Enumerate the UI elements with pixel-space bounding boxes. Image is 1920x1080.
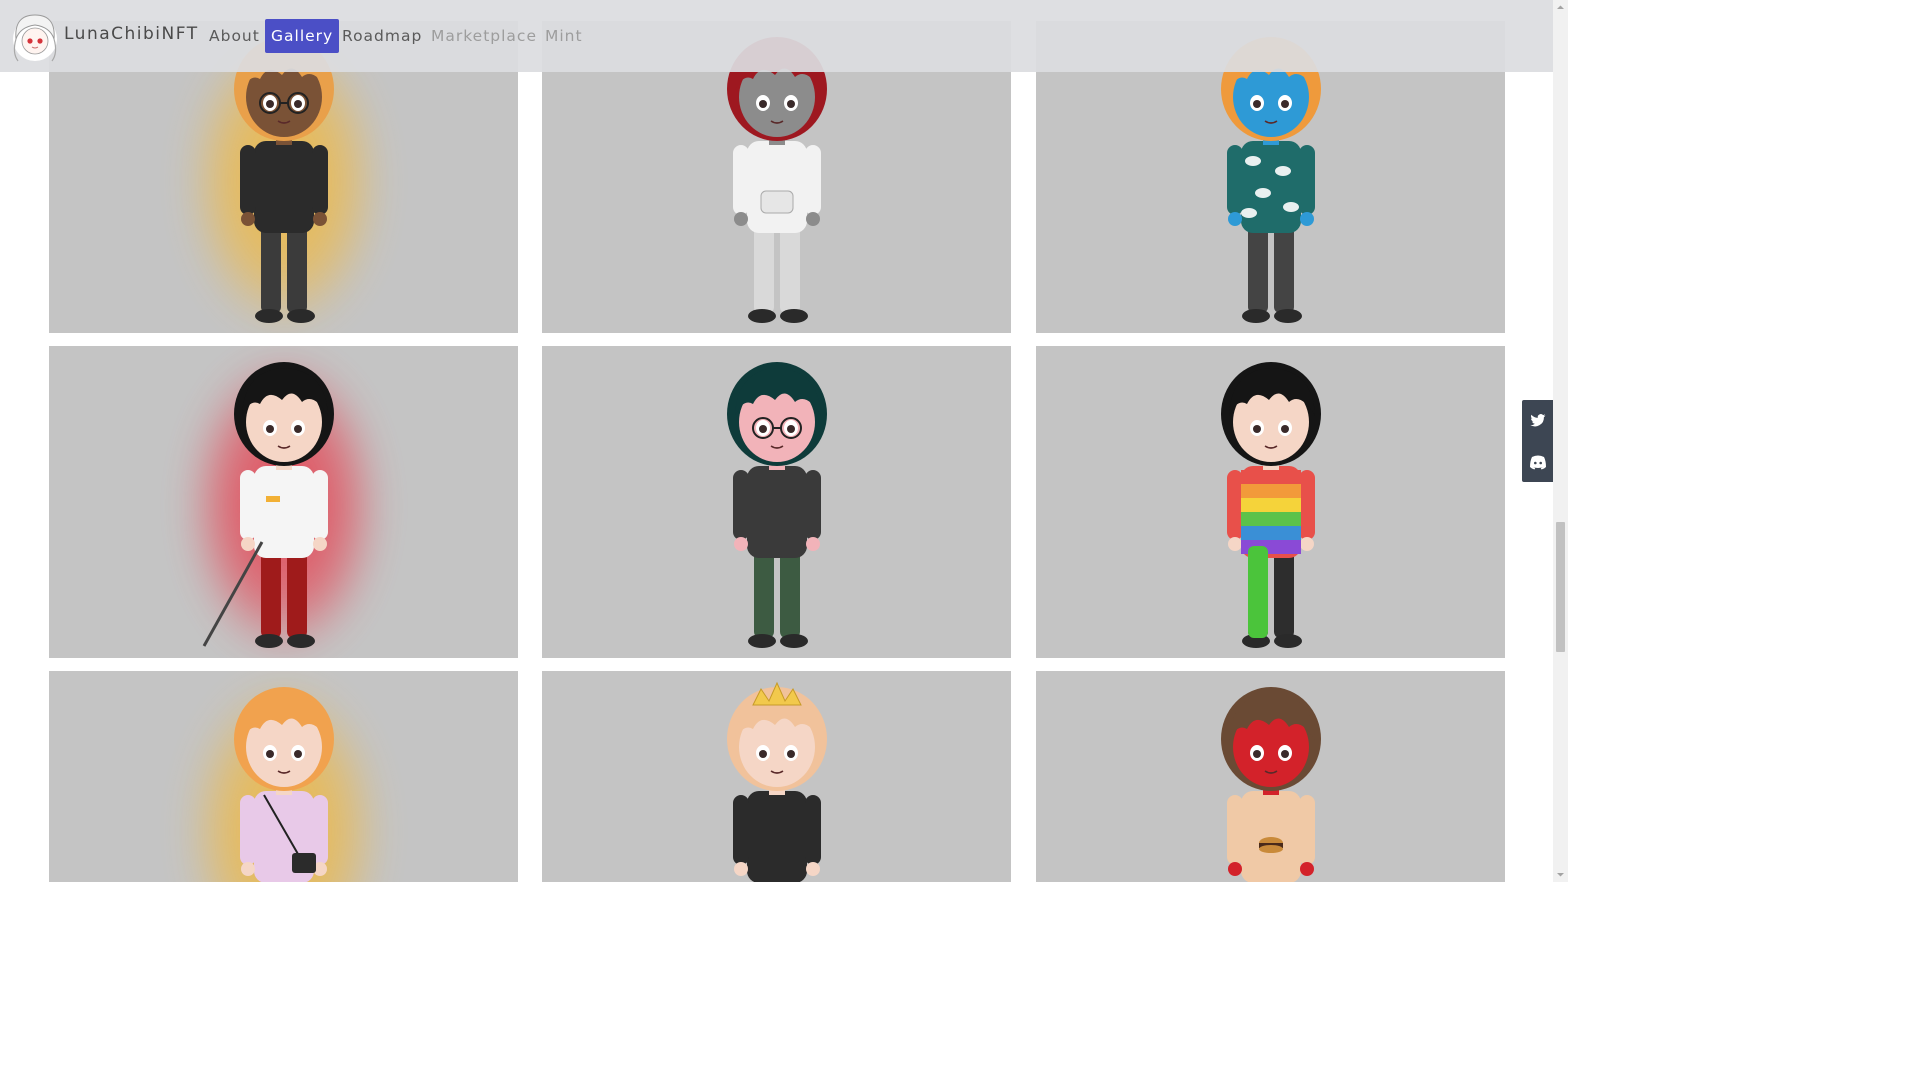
nft-card[interactable]: [1036, 346, 1505, 658]
chibi-character-image: [233, 687, 334, 882]
nav-roadmap[interactable]: Roadmap: [336, 19, 428, 53]
chibi-character-image: [202, 362, 334, 648]
nft-card[interactable]: [49, 671, 518, 882]
nav-gallery[interactable]: Gallery: [265, 19, 340, 53]
nav-about[interactable]: About: [203, 19, 266, 53]
discord-icon: [1530, 455, 1546, 470]
brand-name[interactable]: LunaChibiNFT: [64, 24, 199, 44]
chibi-character-image: [726, 362, 827, 648]
nav-mint[interactable]: Mint: [539, 19, 589, 53]
social-links: [1522, 400, 1554, 482]
nav-marketplace[interactable]: Marketplace: [425, 19, 543, 53]
navbar: LunaChibiNFT About Gallery Roadmap Marke…: [0, 0, 1553, 72]
page-scrollbar[interactable]: [1553, 0, 1568, 882]
twitter-button[interactable]: [1522, 400, 1554, 441]
scroll-up-icon[interactable]: [1556, 3, 1565, 12]
nft-gallery: [0, 0, 1553, 882]
nft-card[interactable]: [542, 346, 1011, 658]
chibi-character-image: [1220, 362, 1321, 648]
brand-logo-icon[interactable]: [10, 9, 60, 63]
scroll-thumb[interactable]: [1556, 522, 1565, 652]
twitter-icon: [1530, 414, 1546, 427]
discord-button[interactable]: [1522, 441, 1554, 482]
scroll-down-icon[interactable]: [1556, 870, 1565, 879]
nft-card[interactable]: [542, 671, 1011, 882]
nft-card[interactable]: [49, 346, 518, 658]
chibi-character-image: [726, 681, 827, 882]
nft-card[interactable]: [1036, 671, 1505, 882]
chibi-character-image: [1220, 687, 1321, 882]
